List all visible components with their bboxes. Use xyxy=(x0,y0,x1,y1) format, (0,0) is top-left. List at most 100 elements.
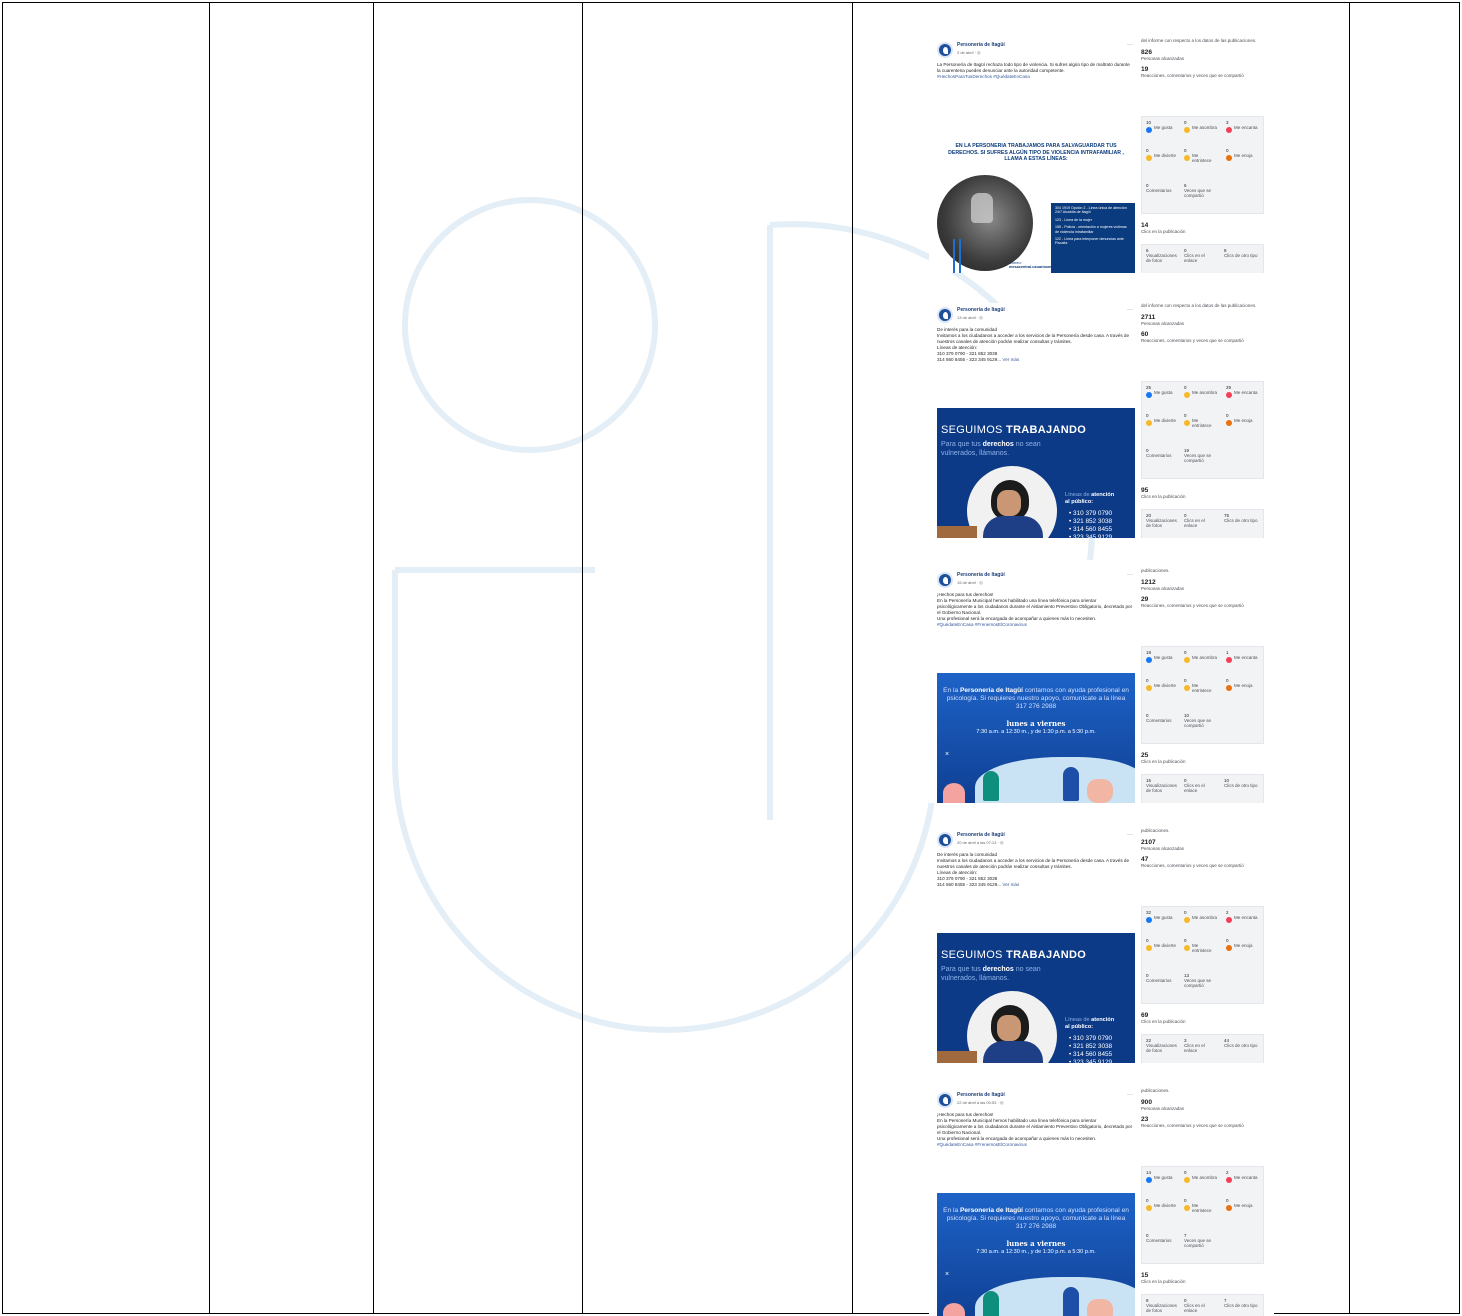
page-name[interactable]: Personería de Itagüí xyxy=(957,572,1005,578)
reactions-label: Reacciones, comentarios y veces que se c… xyxy=(1141,863,1244,868)
link-clicks-label: Clics en el enlace xyxy=(1184,253,1205,263)
reaction-wow-count: 0 xyxy=(1184,1170,1187,1175)
reaction-haha-label: Me divierte xyxy=(1154,1203,1177,1208)
page-avatar[interactable] xyxy=(937,307,953,323)
reaction-angry: 0 Me enoja xyxy=(1226,148,1253,161)
haha-icon xyxy=(1146,1205,1152,1211)
reaction-love-label: Me encanta xyxy=(1234,1175,1258,1180)
line-item: 123 - Línea de la mujer xyxy=(1055,217,1092,222)
like-icon xyxy=(1146,1177,1152,1183)
clicks-breakdown: 8 Visualizaciones de fotos 0 Clics en el… xyxy=(1141,1294,1264,1316)
haha-icon xyxy=(1146,685,1152,691)
reaction-angry-count: 0 xyxy=(1226,148,1229,153)
post-date[interactable]: 22 de abril a las 00:53 · ◎ xyxy=(957,1100,1003,1105)
post-date[interactable]: 13 de abril · ◎ xyxy=(957,315,983,320)
globe-icon: ◎ xyxy=(977,50,981,55)
post-date[interactable]: 20 de abril a las 07:13 · ◎ xyxy=(957,840,1003,845)
comments-stat: 0 Comentarios xyxy=(1146,1233,1180,1243)
reaction-sad: 0 Me entristece xyxy=(1184,1198,1212,1213)
post-body: De interés para la comunidad Invitamos a… xyxy=(937,852,1130,887)
shares-label: Veces que se compartió xyxy=(1184,1238,1212,1248)
photo-views-label: Visualizaciones de fotos xyxy=(1146,253,1177,263)
reaction-like-label: Me gusta xyxy=(1154,125,1173,130)
banner-text-a: En la xyxy=(943,687,960,694)
reaction-love: 29 Me encanta xyxy=(1226,385,1258,398)
post-header: Personería de Itagüí 3 de abril · ◎ ··· xyxy=(937,42,1133,60)
image-title: EN LA PERSONERÍA TRABAJAMOS PARA SALVAGU… xyxy=(948,143,1124,162)
reaction-like-count: 14 xyxy=(1146,1170,1152,1175)
more-options-icon[interactable]: ··· xyxy=(1127,42,1133,48)
post-header: Personería de Itagüí 20 de abril a las 0… xyxy=(937,832,1133,850)
page-avatar[interactable] xyxy=(937,572,953,588)
shares-label: Veces que se compartió xyxy=(1184,718,1212,728)
photo-views-stat: 15 Visualizaciones de fotos xyxy=(1146,778,1180,793)
post-text: De interés para la comunidad Invitamos a… xyxy=(937,852,1133,888)
post-content: Personería de Itagüí 15 de abril · ◎ ···… xyxy=(929,568,1137,803)
banner-sub-b: derechos xyxy=(982,441,1014,448)
post-stats: publicaciones. 900 Personas alcanzadas 2… xyxy=(1141,1088,1274,1316)
clicks-count: 69 xyxy=(1141,1012,1149,1019)
reaction-sad: 0 Me entristece xyxy=(1184,413,1212,428)
photo-views-stat: 6 Visualizaciones de fotos xyxy=(1146,248,1180,263)
post-stats: del informe con respecto a los datos de … xyxy=(1141,303,1274,538)
reaction-like: 32 Me gusta xyxy=(1146,910,1173,923)
illustration-plant xyxy=(943,783,965,803)
reaction-sad-label: Me entristece xyxy=(1192,418,1212,428)
reaction-sad: 0 Me entristece xyxy=(1184,148,1212,163)
see-more-link[interactable]: Ver más xyxy=(1002,882,1019,887)
post-date[interactable]: 15 de abril · ◎ xyxy=(957,580,983,585)
reaction-love-count: 3 xyxy=(1226,120,1229,125)
illustration-person-2 xyxy=(1063,1287,1079,1316)
post-hashtags[interactable]: #QuédateEnCasa #FrenemosElCoronavirus xyxy=(937,622,1027,627)
clicks-breakdown: 6 Visualizaciones de fotos 0 Clics en el… xyxy=(1141,244,1264,273)
post-text: De interés para la comunidad Invitamos a… xyxy=(937,327,1133,363)
post-hashtags[interactable]: #HechosParaTusDerechos #QuédateEnCasa xyxy=(937,74,1030,79)
other-clicks-stat: 7 Clics de otro tipo xyxy=(1224,1298,1260,1308)
post-header: Personería de Itagüí 15 de abril · ◎ ··· xyxy=(937,572,1133,590)
comments-label: Comentarios xyxy=(1146,453,1172,458)
love-icon xyxy=(1226,392,1232,398)
facebook-post-screenshot: Personería de Itagüí 22 de abril a las 0… xyxy=(929,1088,1274,1316)
more-options-icon[interactable]: ··· xyxy=(1127,572,1133,578)
post-hashtags[interactable]: #QuédateEnCasa #FrenemosElCoronavirus xyxy=(937,1142,1027,1147)
clicks-count: 95 xyxy=(1141,487,1149,494)
reaction-haha-count: 0 xyxy=(1146,1198,1149,1203)
page-avatar[interactable] xyxy=(937,1092,953,1108)
reaction-angry: 0 Me enoja xyxy=(1226,413,1253,426)
reactions-label: Reacciones, comentarios y veces que se c… xyxy=(1141,1123,1244,1128)
phone-list: • 310 379 0790 • 321 852 3038 • 314 560 … xyxy=(1069,510,1112,538)
stats-panel: del informe con respecto a los datos de … xyxy=(1141,38,1274,79)
like-icon xyxy=(1146,127,1152,133)
page-name[interactable]: Personería de Itagüí xyxy=(957,1092,1005,1098)
stats-panel: publicaciones. 900 Personas alcanzadas 2… xyxy=(1141,1088,1274,1129)
love-icon xyxy=(1226,917,1232,923)
post-text: ¡Hechos para tus derechos! En la Persone… xyxy=(937,1112,1133,1148)
page-name[interactable]: Personería de Itagüí xyxy=(957,307,1005,313)
post-content: Personería de Itagüí 20 de abril a las 0… xyxy=(929,828,1137,1063)
reaction-like-count: 10 xyxy=(1146,120,1152,125)
more-options-icon[interactable]: ··· xyxy=(1127,832,1133,838)
page-avatar[interactable] xyxy=(937,42,953,58)
reaction-haha: 0 Me divierte xyxy=(1146,413,1176,426)
page-avatar[interactable] xyxy=(937,832,953,848)
sad-icon xyxy=(1184,1205,1190,1211)
page-name[interactable]: Personería de Itagüí xyxy=(957,42,1005,48)
facebook-post-screenshot: Personería de Itagüí 20 de abril a las 0… xyxy=(929,828,1274,1063)
hand-icon xyxy=(971,193,993,223)
banner-title-a: SEGUIMOS xyxy=(941,949,1007,961)
reaction-haha-count: 0 xyxy=(1146,678,1149,683)
more-options-icon[interactable]: ··· xyxy=(1127,307,1133,313)
reaction-haha: 0 Me divierte xyxy=(1146,938,1176,951)
reaction-haha-label: Me divierte xyxy=(1154,943,1177,948)
reaction-like-count: 32 xyxy=(1146,910,1152,915)
see-more-link[interactable]: Ver más xyxy=(1002,357,1019,362)
post-body: ¡Hechos para tus derechos! En la Persone… xyxy=(937,1112,1133,1141)
stats-panel: publicaciones. 1212 Personas alcanzadas … xyxy=(1141,568,1274,609)
post-date[interactable]: 3 de abril · ◎ xyxy=(957,50,981,55)
link-clicks-label: Clics en el enlace xyxy=(1184,783,1205,793)
reaction-angry-label: Me enoja xyxy=(1234,418,1253,423)
page-name[interactable]: Personería de Itagüí xyxy=(957,832,1005,838)
more-options-icon[interactable]: ··· xyxy=(1127,1092,1133,1098)
shares-stat: 10 Veces que se compartió xyxy=(1184,713,1218,728)
photo-views-label: Visualizaciones de fotos xyxy=(1146,783,1177,793)
